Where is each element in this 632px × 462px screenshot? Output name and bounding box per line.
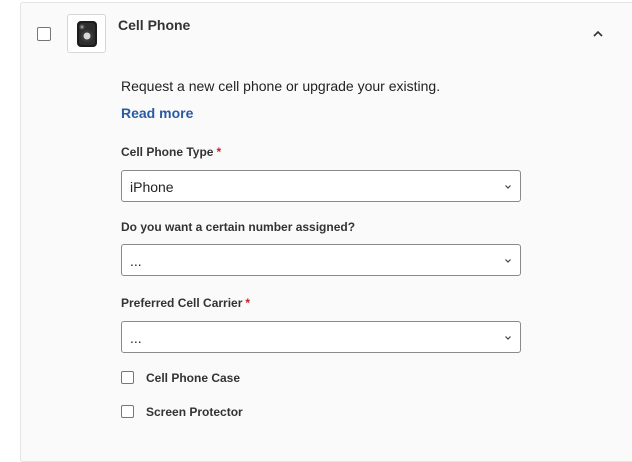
cell-phone-case-checkbox[interactable]: [121, 371, 134, 384]
chevron-down-icon: [505, 336, 511, 340]
number-assigned-select[interactable]: ...: [121, 244, 521, 276]
chevron-down-icon: [505, 259, 511, 263]
chevron-down-icon: [505, 185, 511, 189]
carrier-label: Preferred Cell Carrier *: [121, 296, 251, 310]
screen-protector-label[interactable]: Screen Protector: [146, 405, 243, 419]
carrier-value: ...: [130, 330, 142, 346]
required-marker: *: [216, 145, 222, 159]
cell-phone-case-label[interactable]: Cell Phone Case: [146, 371, 240, 385]
number-assigned-label: Do you want a certain number assigned?: [121, 220, 356, 234]
item-thumbnail: [67, 14, 106, 53]
chevron-up-icon: [593, 30, 603, 37]
screen-protector-checkbox[interactable]: [121, 405, 134, 418]
read-more-link[interactable]: Read more: [121, 105, 193, 121]
collapse-toggle-button[interactable]: [590, 26, 606, 42]
required-marker: *: [245, 296, 251, 310]
phone-type-value: iPhone: [130, 179, 174, 195]
carrier-select[interactable]: ...: [121, 321, 521, 353]
phone-type-label: Cell Phone Type *: [121, 145, 222, 159]
phone-type-select[interactable]: iPhone: [121, 170, 521, 202]
item-title: Cell Phone: [118, 17, 191, 33]
number-assigned-value: ...: [130, 253, 142, 269]
item-select-checkbox[interactable]: [37, 27, 51, 41]
item-description: Request a new cell phone or upgrade your…: [121, 78, 441, 94]
cell-phone-icon: [77, 21, 97, 47]
